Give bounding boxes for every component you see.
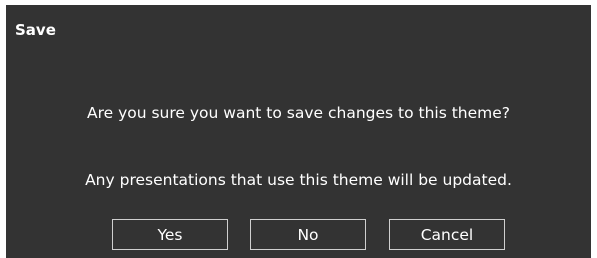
dialog-message-confirm: Are you sure you want to save changes to… <box>86 104 511 122</box>
cancel-button[interactable]: Cancel <box>389 219 505 250</box>
no-button[interactable]: No <box>250 219 366 250</box>
dialog-title: Save <box>15 21 56 39</box>
save-dialog: Save Are you sure you want to save chang… <box>6 5 591 258</box>
dialog-button-row: Yes No Cancel <box>6 219 591 252</box>
dialog-message-info: Any presentations that use this theme wi… <box>85 171 512 189</box>
yes-button[interactable]: Yes <box>112 219 228 250</box>
